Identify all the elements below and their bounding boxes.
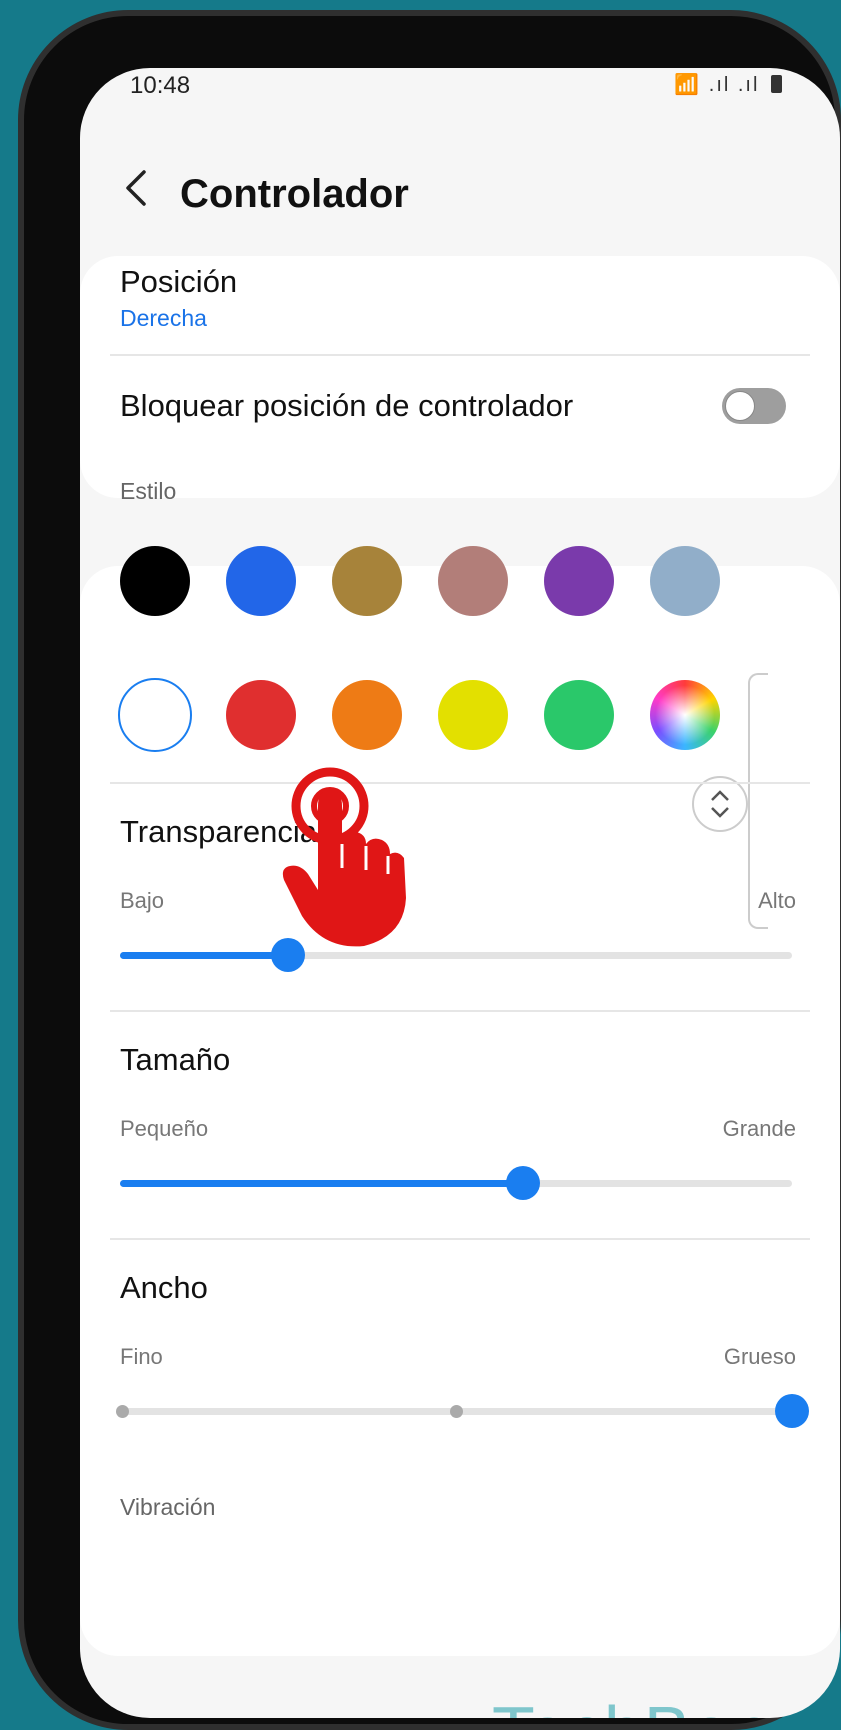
toggle-knob xyxy=(725,391,755,421)
width-label: Ancho xyxy=(120,1270,208,1305)
size-slider-fill xyxy=(120,1180,524,1187)
watermark: TechBone xyxy=(492,1691,811,1718)
custom-color-picker[interactable] xyxy=(650,680,720,750)
lock-position-toggle[interactable] xyxy=(722,388,786,424)
status-time: 10:48 xyxy=(130,72,191,99)
divider xyxy=(110,782,810,784)
size-slider[interactable] xyxy=(120,1166,792,1200)
width-slider-thumb[interactable] xyxy=(775,1394,809,1428)
color-swatch-bottom-5[interactable] xyxy=(544,680,614,750)
status-icons: 📶 .ıl .ıl xyxy=(674,72,782,97)
position-value: Derecha xyxy=(120,305,207,331)
color-swatch-top-4[interactable] xyxy=(438,546,508,616)
width-min-label: Fino xyxy=(120,1344,163,1369)
divider xyxy=(110,354,810,356)
color-swatch-top-3[interactable] xyxy=(332,546,402,616)
color-swatch-bottom-2[interactable] xyxy=(226,680,296,750)
signal-icon: 📶 .ıl .ıl xyxy=(674,74,760,96)
color-swatch-top-6[interactable] xyxy=(650,546,720,616)
transparency-max-label: Alto xyxy=(758,888,796,913)
size-min-label: Pequeño xyxy=(120,1116,209,1141)
color-swatch-bottom-1[interactable] xyxy=(118,678,192,752)
tap-hand-icon xyxy=(282,767,406,947)
color-swatch-top-1[interactable] xyxy=(120,546,190,616)
lock-position-label: Bloquear posición de controlador xyxy=(120,388,574,423)
width-step-dot xyxy=(450,1405,463,1418)
phone-frame: 10:48 📶 .ıl .ıl Controlador Posición Der… xyxy=(18,10,841,1730)
size-slider-thumb[interactable] xyxy=(506,1166,541,1200)
color-swatch-top-2[interactable] xyxy=(226,546,296,616)
scroll-arrows-icon[interactable] xyxy=(692,776,748,832)
vibration-section-label: Vibración xyxy=(120,1494,216,1520)
battery-icon xyxy=(771,75,782,93)
transparency-slider-fill xyxy=(120,952,288,959)
page-title: Controlador xyxy=(180,172,409,216)
transparency-slider[interactable] xyxy=(120,938,792,972)
color-swatch-top-5[interactable] xyxy=(544,546,614,616)
size-label: Tamaño xyxy=(120,1042,231,1077)
position-setting[interactable]: Posición xyxy=(120,264,237,300)
divider xyxy=(110,1010,810,1012)
size-max-label: Grande xyxy=(722,1116,796,1141)
color-swatch-bottom-4[interactable] xyxy=(438,680,508,750)
color-swatch-bottom-3[interactable] xyxy=(332,680,402,750)
width-slider[interactable] xyxy=(116,1394,809,1428)
screen: 10:48 📶 .ıl .ıl Controlador Posición Der… xyxy=(80,68,840,1718)
back-icon[interactable] xyxy=(118,166,158,210)
style-section-label: Estilo xyxy=(120,478,177,504)
transparency-min-label: Bajo xyxy=(120,888,165,913)
divider xyxy=(110,1238,810,1240)
width-max-label: Grueso xyxy=(723,1344,796,1369)
width-step-dot xyxy=(116,1405,129,1418)
